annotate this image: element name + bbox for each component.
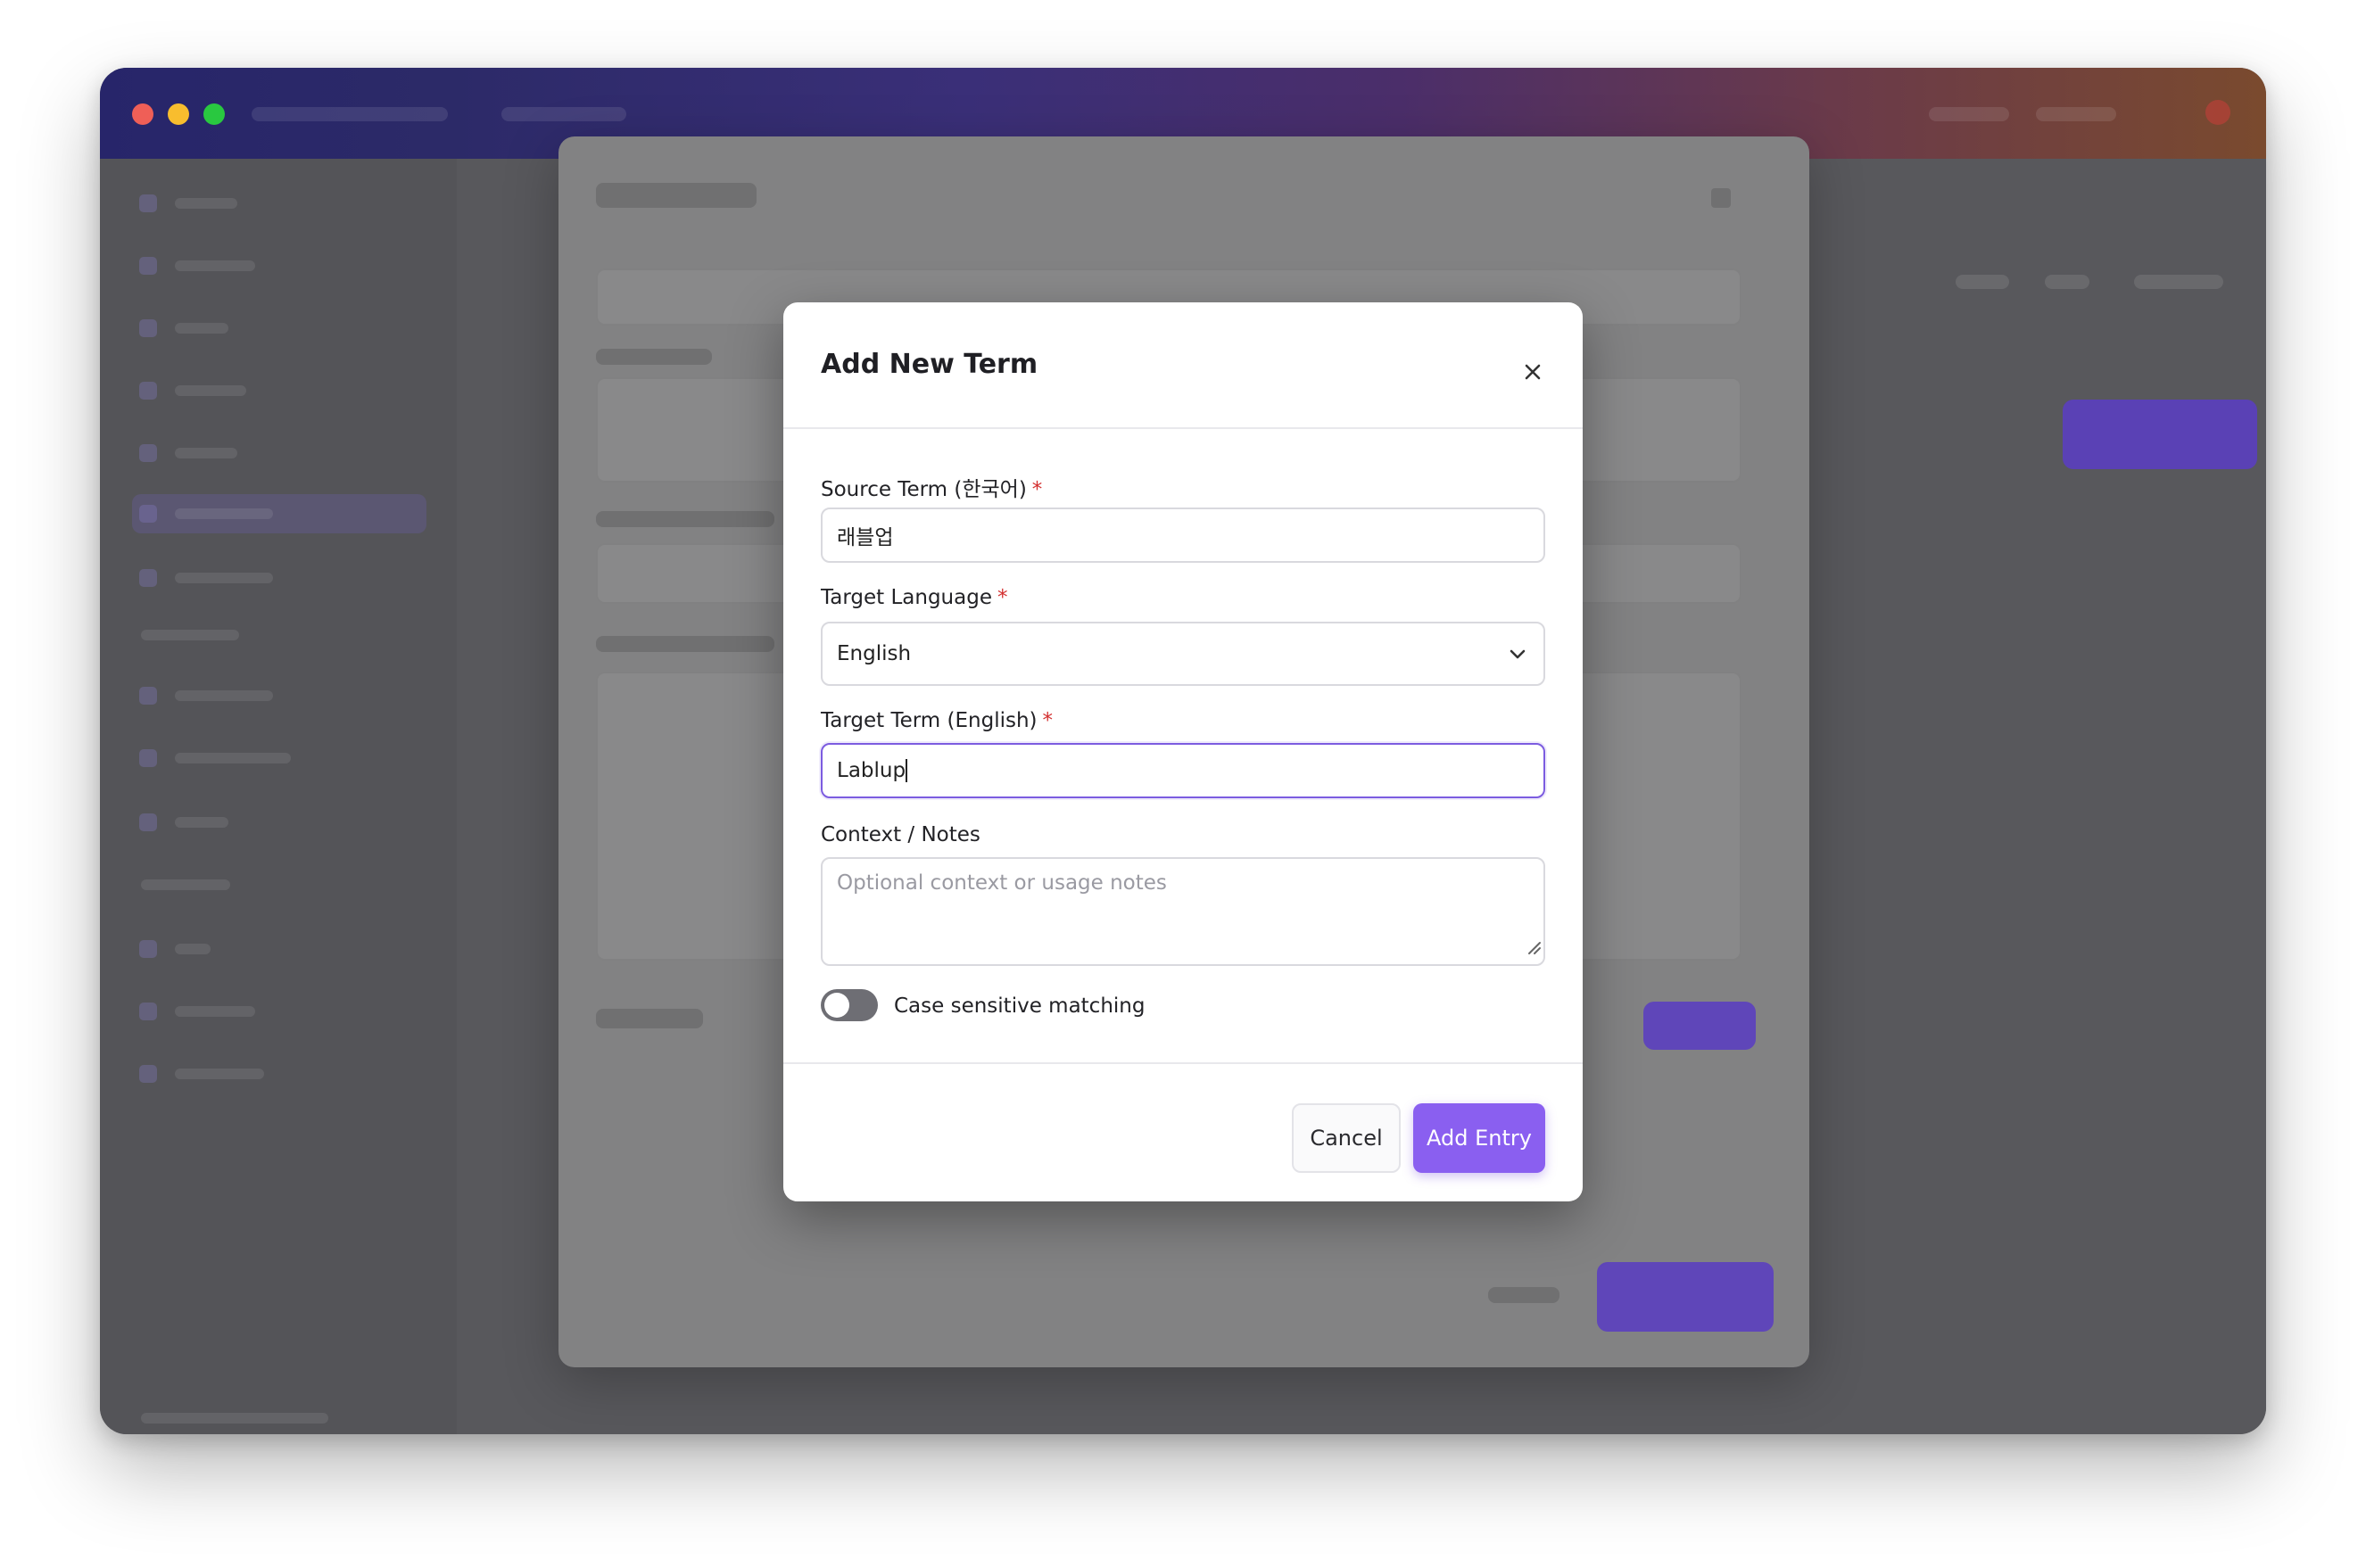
context-notes-textarea[interactable] (821, 857, 1545, 966)
header-action-placeholder (2036, 107, 2116, 121)
sidebar-item[interactable] (132, 803, 426, 842)
sidebar-item[interactable] (132, 992, 426, 1031)
tab-placeholder (501, 107, 626, 121)
sidebar (100, 159, 457, 1434)
header-action-placeholder (1929, 107, 2009, 121)
sidebar-item[interactable] (132, 558, 426, 598)
sidebar-section-header (132, 865, 426, 904)
target-term-value: Lablup (837, 759, 906, 782)
sidebar-item[interactable] (132, 184, 426, 223)
sidebar-item[interactable] (132, 309, 426, 348)
target-term-label: Target Term (English) * (821, 709, 1054, 732)
sidebar-section-header (132, 615, 426, 655)
sidebar-item[interactable] (132, 246, 426, 285)
sidebar-item[interactable] (132, 1054, 426, 1093)
add-entry-button[interactable]: Add Entry (1413, 1103, 1545, 1173)
dialog-header: Add New Term (783, 302, 1583, 429)
primary-action-placeholder (2063, 400, 2257, 469)
tab-placeholder (2134, 275, 2223, 289)
case-sensitive-label: Case sensitive matching (894, 994, 1146, 1018)
dialog-title: Add New Term (821, 349, 1038, 380)
tab-placeholder (1956, 275, 2009, 289)
text-caret (906, 759, 908, 782)
window-minimize-dot[interactable] (168, 103, 189, 125)
chevron-down-icon (1510, 649, 1526, 659)
target-language-label: Target Language * (821, 586, 1008, 609)
sidebar-item[interactable] (132, 929, 426, 969)
close-button[interactable] (1513, 352, 1552, 392)
sidebar-item[interactable] (132, 739, 426, 778)
window-zoom-dot[interactable] (203, 103, 225, 125)
required-mark: * (997, 586, 1008, 609)
tab-placeholder (2045, 275, 2089, 289)
app-name-placeholder (252, 107, 448, 121)
source-term-input[interactable] (821, 508, 1545, 563)
target-term-input[interactable]: Lablup (821, 743, 1545, 798)
sidebar-item[interactable] (132, 371, 426, 410)
notification-badge-placeholder (2205, 100, 2230, 125)
target-language-select[interactable]: English (821, 622, 1545, 686)
sidebar-item-active[interactable] (132, 494, 426, 533)
required-mark: * (1031, 478, 1043, 501)
target-language-value: English (837, 642, 912, 665)
add-term-dialog: Add New Term Source Term (한국어)* Target L… (783, 302, 1583, 1201)
required-mark: * (1042, 709, 1054, 732)
close-icon (1525, 364, 1541, 380)
case-sensitive-toggle[interactable] (821, 989, 878, 1021)
cancel-button[interactable]: Cancel (1292, 1103, 1401, 1173)
sidebar-item[interactable] (132, 433, 426, 473)
toggle-knob (824, 993, 849, 1018)
dialog-footer-divider (783, 1062, 1583, 1064)
window-close-dot[interactable] (132, 103, 153, 125)
source-term-label: Source Term (한국어) * (821, 478, 1043, 501)
resize-grip-icon[interactable] (1526, 939, 1542, 955)
sidebar-footer-placeholder (132, 1399, 426, 1434)
sidebar-item[interactable] (132, 676, 426, 715)
context-notes-label: Context / Notes (821, 823, 980, 846)
